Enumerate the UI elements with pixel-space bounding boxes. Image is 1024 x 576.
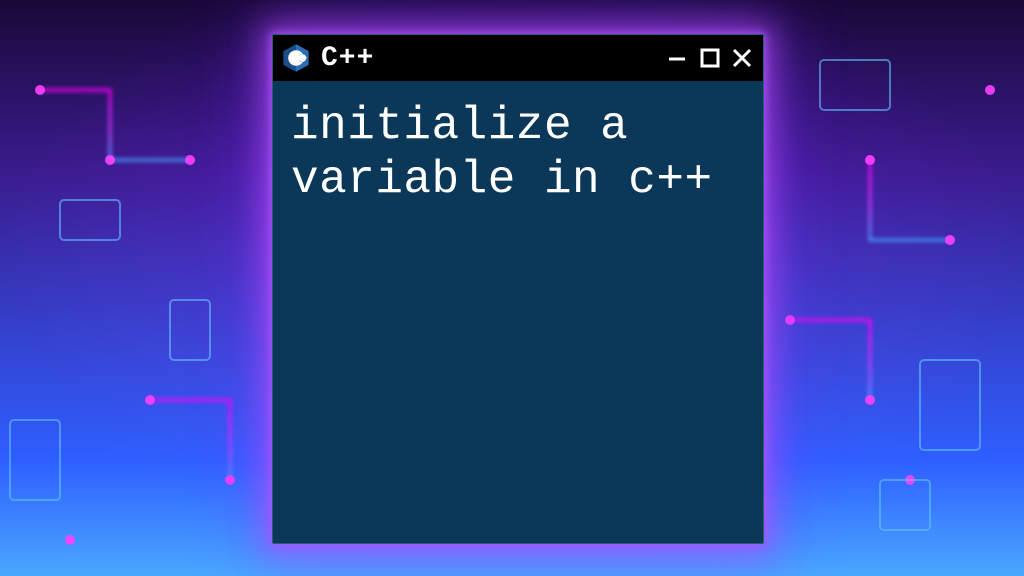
close-icon[interactable] [731, 47, 753, 69]
maximize-icon[interactable] [699, 47, 721, 69]
window-body: initialize a variable in c++ [273, 81, 763, 543]
minimize-icon[interactable] [667, 47, 689, 69]
titlebar[interactable]: C++ [273, 35, 763, 81]
cpp-logo-icon [281, 43, 311, 73]
window-controls [667, 47, 753, 69]
content-text: initialize a variable in c++ [291, 100, 713, 206]
window-title: C++ [321, 43, 657, 74]
terminal-window: C++ initialize a variable in c++ [272, 34, 764, 544]
